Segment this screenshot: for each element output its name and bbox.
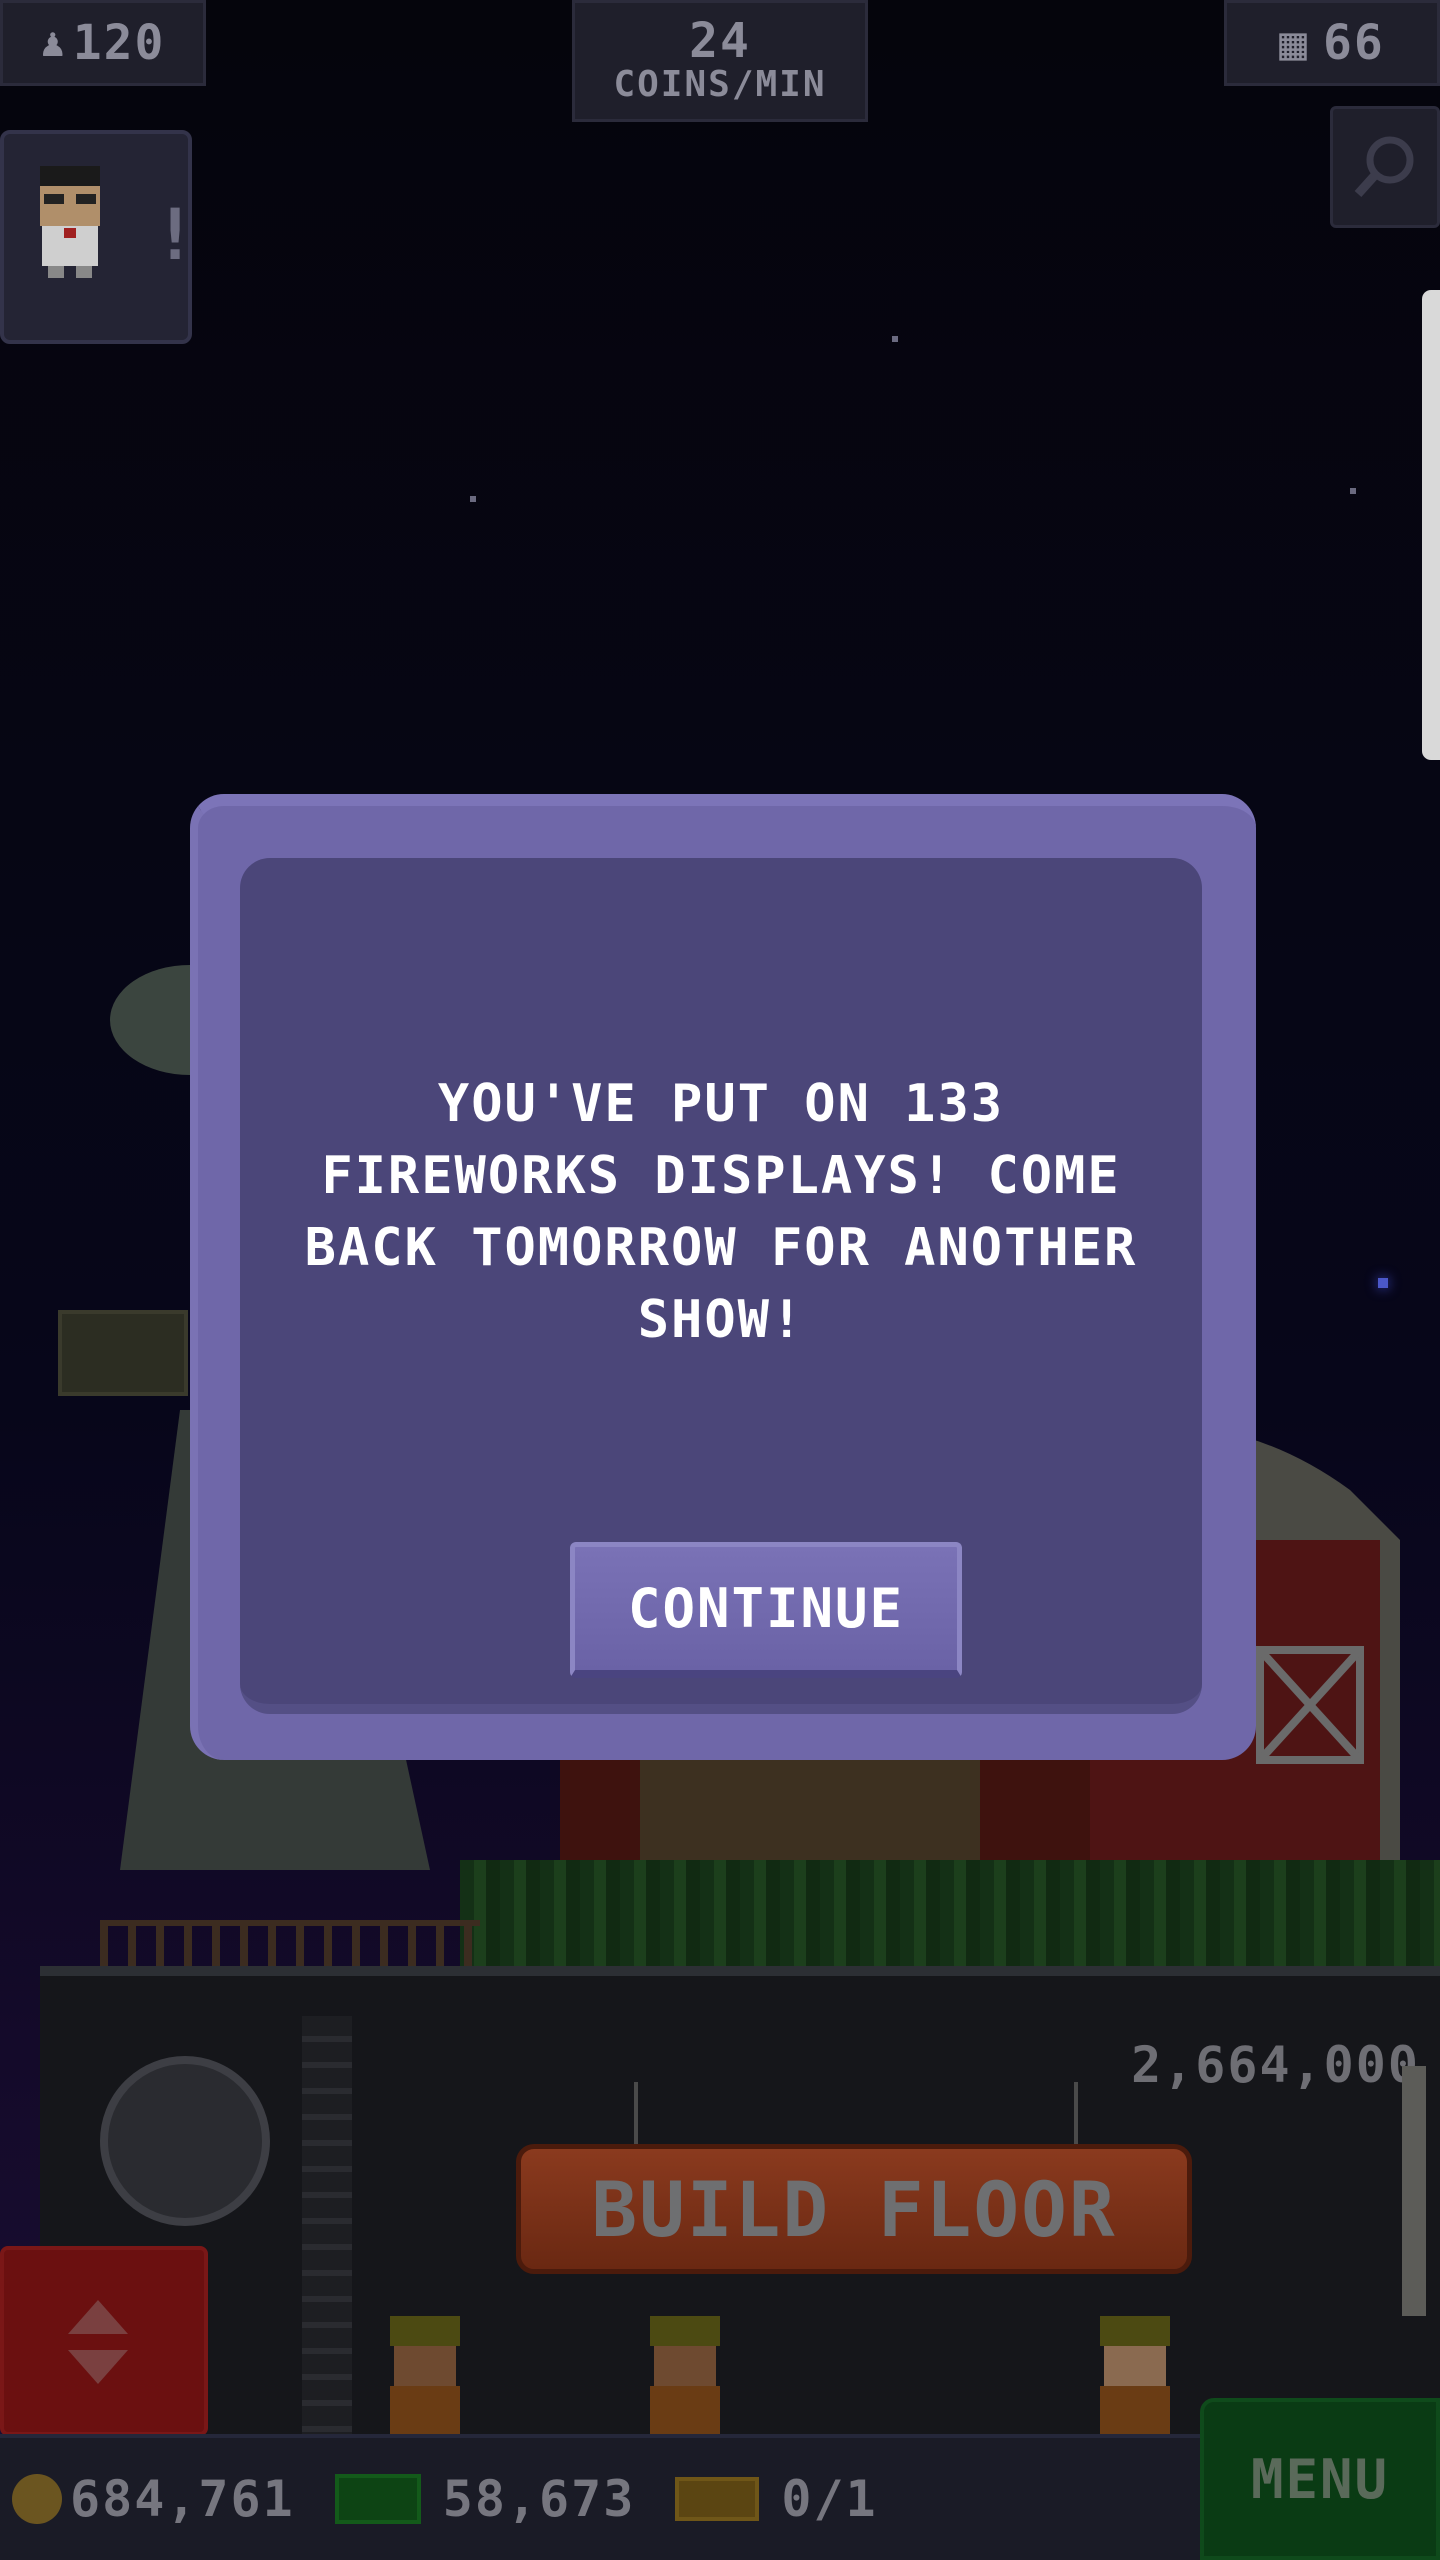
elevator-wheel	[100, 2056, 270, 2226]
scoreboard-sign	[58, 1310, 188, 1396]
star	[1378, 1278, 1388, 1288]
dialog-panel: YOU'VE PUT ON 133 FIREWORKS DISPLAYS! CO…	[240, 858, 1202, 1714]
bux-value: 58,673	[442, 2470, 636, 2528]
floors-value: 66	[1322, 15, 1385, 71]
population-value: 120	[72, 15, 166, 71]
continue-button[interactable]: CONTINUE	[570, 1542, 962, 1678]
elevator-toggle-button[interactable]	[0, 2246, 208, 2436]
fireworks-dialog: YOU'VE PUT ON 133 FIREWORKS DISPLAYS! CO…	[190, 794, 1256, 1760]
build-floor-button[interactable]: BUILD FLOOR	[516, 2144, 1192, 2274]
coins-rate-value: 24	[689, 13, 751, 69]
visitor-portrait-button[interactable]: !	[0, 130, 196, 344]
tickets-counter[interactable]: 0/1	[675, 2470, 877, 2528]
floor-cost-label: 2,664,000	[1131, 2036, 1420, 2094]
star	[892, 336, 898, 342]
bitizen-avatar	[40, 166, 100, 278]
population-counter[interactable]: ♟ 120	[0, 0, 206, 86]
bux-counter[interactable]: 58,673	[334, 2470, 636, 2528]
coins-rate-unit: COINS/MIN	[613, 64, 827, 105]
alert-exclamation-icon: !	[154, 194, 197, 276]
ticket-icon	[675, 2477, 760, 2521]
coins-value: 684,761	[70, 2470, 295, 2528]
person-icon: ♟	[40, 20, 67, 66]
sign-hook	[1074, 2082, 1078, 2144]
floor-counter[interactable]: ▦ 66	[1224, 0, 1440, 86]
sign-hook	[634, 2082, 638, 2144]
bux-icon	[334, 2474, 421, 2524]
side-scroll-handle[interactable]	[1422, 290, 1440, 760]
building-icon: ▦	[1279, 16, 1309, 70]
magnifier-icon	[1354, 136, 1414, 198]
menu-button[interactable]: MENU	[1200, 2398, 1440, 2560]
construction-worker	[390, 2316, 460, 2450]
star	[470, 496, 476, 502]
grass-strip	[460, 1860, 1440, 1970]
tickets-value: 0/1	[781, 2470, 878, 2528]
construction-worker	[1100, 2316, 1170, 2450]
floor-scroll-indicator	[1402, 2066, 1426, 2316]
dialog-message: YOU'VE PUT ON 133 FIREWORKS DISPLAYS! CO…	[304, 1074, 1138, 1350]
construction-worker	[650, 2316, 720, 2450]
star	[1350, 488, 1356, 494]
wooden-fence	[100, 1920, 480, 1968]
coins-per-minute-display: 24 COINS/MIN	[572, 0, 868, 122]
elevator-shaft	[302, 2016, 352, 2450]
build-floor-section: 2,664,000 BUILD FLOOR	[40, 1966, 1440, 2450]
search-button[interactable]	[1330, 106, 1440, 228]
coins-counter: 684,761	[0, 2470, 295, 2528]
coin-icon	[12, 2474, 62, 2524]
